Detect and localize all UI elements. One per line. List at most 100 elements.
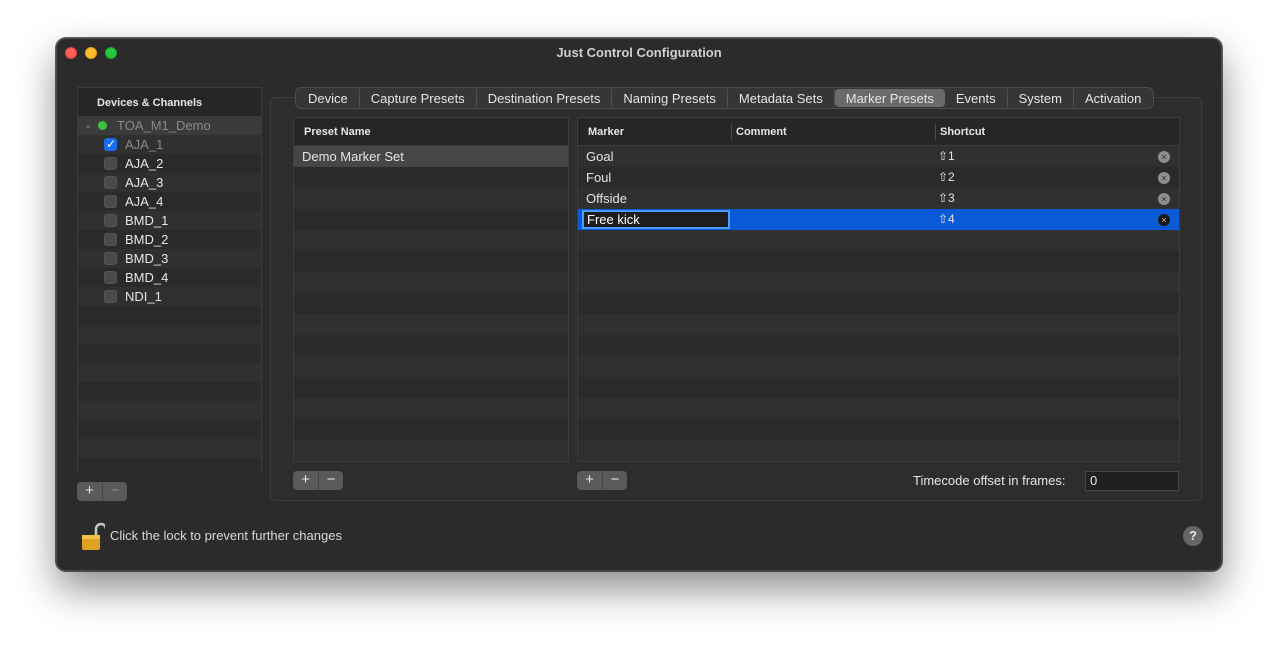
tab-metadata-sets[interactable]: Metadata Sets <box>728 89 835 107</box>
channel-label: BMD_3 <box>125 251 169 266</box>
empty-row <box>78 363 261 382</box>
marker-shortcut[interactable]: ⇧3 <box>938 188 955 209</box>
shortcut-column-header[interactable]: Shortcut <box>940 118 985 146</box>
channel-row[interactable]: AJA_3 <box>78 173 261 192</box>
lock-label: Click the lock to prevent further change… <box>110 528 342 543</box>
empty-row <box>294 419 568 440</box>
empty-row <box>78 401 261 420</box>
channel-checkbox[interactable] <box>104 214 117 227</box>
channel-label: BMD_4 <box>125 270 169 285</box>
status-dot-icon <box>98 121 107 130</box>
channel-checkbox[interactable] <box>104 290 117 303</box>
clear-icon[interactable]: × <box>1158 214 1170 226</box>
channel-checkbox[interactable] <box>104 233 117 246</box>
remove-preset-button[interactable]: − <box>318 471 343 490</box>
add-preset-button[interactable]: + <box>293 471 318 490</box>
comment-column-header[interactable]: Comment <box>736 118 787 146</box>
channel-row[interactable]: BMD_4 <box>78 268 261 287</box>
marker-row[interactable]: Offside ⇧3 × <box>578 188 1179 209</box>
remove-marker-button[interactable]: − <box>602 471 627 490</box>
marker-name: Offside <box>586 191 627 206</box>
marker-row[interactable]: Foul ⇧2 × <box>578 167 1179 188</box>
devices-channels-list: Devices & Channels ⌄ TOA_M1_Demo AJA_1 AJA_… <box>77 87 262 477</box>
preset-name-column-header[interactable]: Preset Name <box>304 118 371 146</box>
preset-rows: Demo Marker Set <box>294 146 568 461</box>
marker-shortcut[interactable]: ⇧2 <box>938 167 955 188</box>
channel-checkbox[interactable] <box>104 157 117 170</box>
add-device-button[interactable]: + <box>77 482 102 501</box>
channel-row[interactable]: BMD_1 <box>78 211 261 230</box>
empty-row <box>294 293 568 314</box>
empty-row <box>294 230 568 251</box>
help-button[interactable]: ? <box>1183 526 1203 546</box>
channel-checkbox[interactable] <box>104 252 117 265</box>
empty-row <box>294 272 568 293</box>
timecode-offset-label: Timecode offset in frames: <box>913 473 1066 488</box>
device-row-root[interactable]: ⌄ TOA_M1_Demo <box>78 116 261 135</box>
add-marker-button[interactable]: + <box>577 471 602 490</box>
channel-checkbox[interactable] <box>104 135 117 154</box>
preset-row[interactable]: Demo Marker Set <box>294 146 568 167</box>
channel-checkbox[interactable] <box>104 271 117 284</box>
channel-label: AJA_4 <box>125 194 164 209</box>
marker-rows: Goal ⇧1 × Foul ⇧2 × Offside ⇧3 × Free kick ⇧4 × <box>578 146 1179 461</box>
sidebar-add-remove: + − <box>77 482 127 501</box>
clear-icon[interactable]: × <box>1158 172 1170 184</box>
tab-naming-presets[interactable]: Naming Presets <box>612 89 728 107</box>
tab-capture-presets[interactable]: Capture Presets <box>360 89 477 107</box>
channel-row[interactable]: BMD_3 <box>78 249 261 268</box>
settings-tabs: Device Capture Presets Destination Presets… <box>295 87 1155 109</box>
chevron-down-icon[interactable]: ⌄ <box>84 116 92 135</box>
title-bar: Just Control Configuration <box>57 39 1221 67</box>
marker-column-header[interactable]: Marker <box>588 118 624 146</box>
channel-checkbox[interactable] <box>104 176 117 189</box>
marker-edit-field[interactable]: Free kick <box>582 210 730 229</box>
marker-add-remove: + − <box>577 471 627 490</box>
empty-row <box>578 272 1179 293</box>
empty-row <box>294 356 568 377</box>
tab-device[interactable]: Device <box>297 89 360 107</box>
channel-row[interactable]: AJA_4 <box>78 192 261 211</box>
channel-row[interactable]: BMD_2 <box>78 230 261 249</box>
channel-row[interactable]: AJA_1 <box>78 135 261 154</box>
empty-row <box>578 335 1179 356</box>
marker-shortcut[interactable]: ⇧1 <box>938 146 955 167</box>
preset-name: Demo Marker Set <box>302 149 404 164</box>
empty-row <box>78 306 261 325</box>
empty-row <box>78 420 261 439</box>
preset-add-remove: + − <box>293 471 343 490</box>
device-label: TOA_M1_Demo <box>117 118 211 133</box>
clear-icon[interactable]: × <box>1158 151 1170 163</box>
window-title: Just Control Configuration <box>556 45 722 60</box>
unlocked-lock-icon[interactable] <box>81 522 108 555</box>
marker-name: Goal <box>586 149 614 164</box>
empty-row <box>578 419 1179 440</box>
empty-row <box>578 377 1179 398</box>
tab-system[interactable]: System <box>1008 89 1074 107</box>
empty-row <box>78 439 261 458</box>
tab-events[interactable]: Events <box>945 89 1008 107</box>
empty-row <box>578 440 1179 461</box>
tab-destination-presets[interactable]: Destination Presets <box>477 89 613 107</box>
timecode-offset-field[interactable]: 0 <box>1085 471 1179 491</box>
marker-row[interactable]: Free kick ⇧4 × <box>578 209 1179 230</box>
channel-checkbox[interactable] <box>104 195 117 208</box>
remove-device-button[interactable]: − <box>102 482 127 501</box>
channel-row[interactable]: AJA_2 <box>78 154 261 173</box>
marker-name: Foul <box>586 170 612 185</box>
marker-row[interactable]: Goal ⇧1 × <box>578 146 1179 167</box>
empty-row <box>294 335 568 356</box>
tab-activation[interactable]: Activation <box>1074 89 1152 107</box>
preset-table: Preset Name Demo Marker Set <box>293 117 569 462</box>
empty-row <box>294 314 568 335</box>
marker-shortcut[interactable]: ⇧4 <box>938 209 955 230</box>
empty-row <box>294 188 568 209</box>
channel-label: AJA_2 <box>125 156 164 171</box>
config-window: Just Control Configuration Devices & Cha… <box>56 38 1222 571</box>
tab-marker-presets[interactable]: Marker Presets <box>834 89 945 107</box>
channel-label: AJA_3 <box>125 175 164 190</box>
clear-icon[interactable]: × <box>1158 193 1170 205</box>
channel-row[interactable]: NDI_1 <box>78 287 261 306</box>
empty-row <box>578 251 1179 272</box>
channel-label: BMD_2 <box>125 232 169 247</box>
